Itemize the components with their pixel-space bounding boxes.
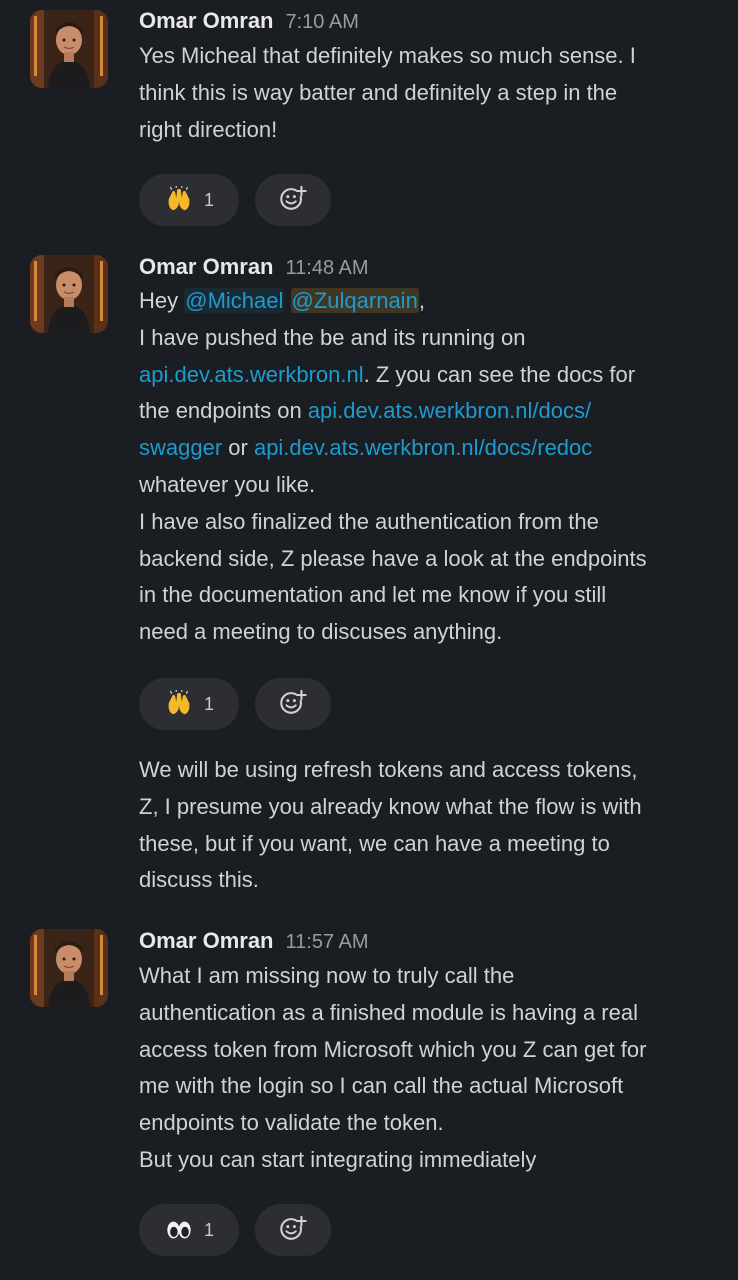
reactions-bar: 1 <box>139 1204 331 1256</box>
message-body: Yes Micheal that definitely makes so muc… <box>139 38 719 148</box>
message-header: Omar Omran 11:57 AM <box>139 928 369 953</box>
reactions-bar: 1 <box>139 174 331 226</box>
add-reaction-button[interactable] <box>255 1204 331 1256</box>
message-line: I have pushed the be and its running on <box>139 324 526 350</box>
author-name[interactable]: Omar Omran <box>139 254 274 279</box>
author-name[interactable]: Omar Omran <box>139 928 274 953</box>
author-name[interactable]: Omar Omran <box>139 8 274 33</box>
add-reaction-button[interactable] <box>255 174 331 226</box>
comma-text: , <box>418 288 425 313</box>
message-line: whatever you like. <box>139 471 316 497</box>
message-header: Omar Omran 11:48 AM <box>139 254 369 279</box>
raised-hands-icon <box>164 185 194 215</box>
reaction-raised-hands[interactable]: 1 <box>139 678 239 730</box>
link-swagger-docs-cont[interactable]: swagger <box>139 435 222 460</box>
message-body: Hey @Michael @Zulqarnain, I have pushed … <box>139 283 719 651</box>
message-header: Omar Omran 7:10 AM <box>139 8 359 33</box>
message-line: Hey @Michael @Zulqarnain, <box>139 283 719 320</box>
link-swagger-docs[interactable]: api.dev.ats.werkbron.nl/docs/ <box>308 398 591 423</box>
or-text: or <box>222 435 254 461</box>
reaction-count: 1 <box>203 693 214 714</box>
message-line: need a meeting to discuses anything. <box>139 619 503 645</box>
reactions-bar: 1 <box>139 678 331 730</box>
message-line: We will be using refresh tokens and acce… <box>139 757 638 782</box>
message-line: backend side, Z please have a look at th… <box>139 545 647 571</box>
message-line: me with the login so I can call the actu… <box>139 1073 624 1099</box>
message-line: endpoints to validate the token. <box>139 1110 444 1136</box>
message-line: Z, I presume you already know what the f… <box>139 793 642 819</box>
greeting-text: Hey <box>139 288 179 313</box>
message-line: What I am missing now to truly call the <box>139 963 515 988</box>
avatar[interactable] <box>30 10 108 88</box>
message-body: We will be using refresh tokens and acce… <box>139 752 719 899</box>
reaction-eyes[interactable]: 1 <box>139 1204 239 1256</box>
avatar[interactable] <box>30 255 108 333</box>
timestamp[interactable]: 7:10 AM <box>286 11 359 33</box>
mention-zulqarnain[interactable]: @Zulqarnain <box>290 288 419 313</box>
message-line: the endpoints on api.dev.ats.werkbron.nl… <box>139 393 719 430</box>
message-line: think this is way batter and definitely … <box>139 79 618 105</box>
add-reaction-icon <box>278 1213 308 1248</box>
line-text: the endpoints on <box>139 398 308 424</box>
add-reaction-icon <box>278 687 308 722</box>
timestamp[interactable]: 11:48 AM <box>286 257 369 279</box>
message-line: But you can start integrating immediatel… <box>139 1146 537 1172</box>
avatar[interactable] <box>30 929 108 1007</box>
message-line: right direction! <box>139 116 278 142</box>
timestamp[interactable]: 11:57 AM <box>286 931 369 953</box>
message-line: I have also finalized the authentication… <box>139 508 599 534</box>
message-line: authentication as a finished module is h… <box>139 999 638 1025</box>
reaction-raised-hands[interactable]: 1 <box>139 174 239 226</box>
reaction-count: 1 <box>203 1219 214 1240</box>
message-line: access token from Microsoft which you Z … <box>139 1036 647 1062</box>
message-line: api.dev.ats.werkbron.nl. Z you can see t… <box>139 357 719 394</box>
message-line: discuss this. <box>139 867 259 893</box>
mention-michael[interactable]: @Michael <box>184 288 285 313</box>
line-text: . Z you can see the docs for <box>363 361 636 387</box>
eyes-icon <box>164 1215 194 1245</box>
message-line: Yes Micheal that definitely makes so muc… <box>139 43 636 68</box>
add-reaction-icon <box>278 183 308 218</box>
add-reaction-button[interactable] <box>255 678 331 730</box>
message-body: What I am missing now to truly call the … <box>139 958 719 1179</box>
link-api-host[interactable]: api.dev.ats.werkbron.nl <box>139 362 364 387</box>
message-line: in the documentation and let me know if … <box>139 582 607 608</box>
message-line: swagger or api.dev.ats.werkbron.nl/docs/… <box>139 430 719 467</box>
raised-hands-icon <box>164 689 194 719</box>
message-line: these, but if you want, we can have a me… <box>139 830 610 856</box>
reaction-count: 1 <box>203 189 214 210</box>
link-redoc-docs[interactable]: api.dev.ats.werkbron.nl/docs/redoc <box>254 435 592 460</box>
